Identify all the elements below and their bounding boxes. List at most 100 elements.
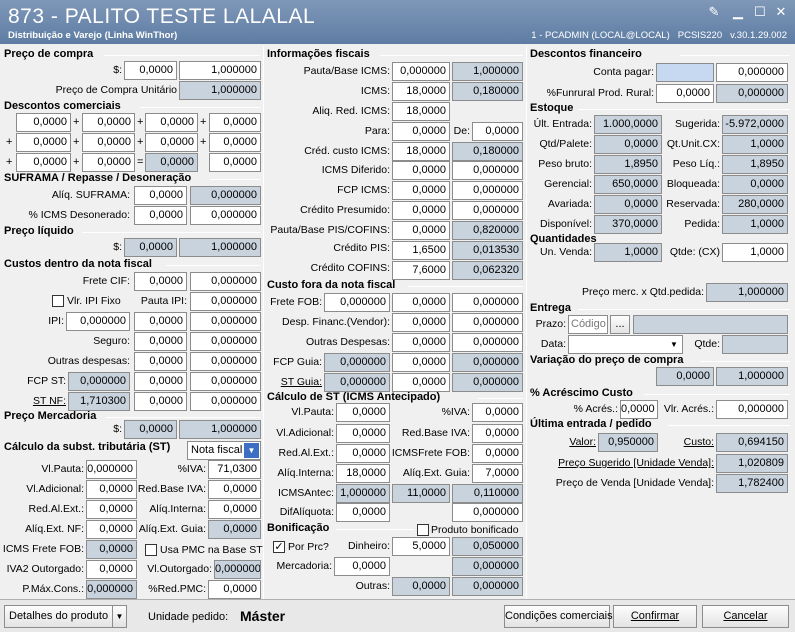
frete-fob-value[interactable]: 0,000000 [452, 293, 523, 312]
frete-cif-value[interactable]: 0,000000 [190, 272, 261, 291]
st-nf-link[interactable]: ST NF: [10, 392, 66, 410]
aliq-ext-nf-input[interactable]: 0,0000 [86, 520, 137, 539]
condicoes-comerciais-button[interactable]: Condições comerciais [504, 605, 613, 628]
dif-aliquota-input[interactable]: 0,0000 [336, 503, 390, 522]
frete-cif-input[interactable]: 0,0000 [134, 272, 187, 291]
cancelar-button[interactable]: Cancelar [702, 605, 789, 628]
pauta-pis-cofins-input[interactable]: 0,0000 [392, 221, 450, 240]
ipi-percent[interactable]: 0,0000 [134, 312, 187, 331]
desconto-5[interactable]: 0,0000 [16, 133, 71, 152]
st-guia-percent[interactable]: 0,0000 [392, 373, 450, 392]
aliq-interna-input[interactable]: 0,0000 [208, 500, 261, 519]
desconto-7[interactable]: 0,0000 [145, 133, 198, 152]
credito-presumido-value[interactable]: 0,000000 [452, 201, 523, 220]
icms-desonerado-value[interactable]: 0,000000 [190, 206, 261, 225]
outras-despesas-fora-input[interactable]: 0,0000 [392, 333, 450, 352]
ipi-value[interactable]: 0,000000 [190, 312, 261, 331]
valor-link[interactable]: Valor: [540, 433, 596, 451]
desconto-6[interactable]: 0,0000 [82, 133, 135, 152]
prazo-lookup-button[interactable]: ... [610, 315, 630, 334]
desconto-8[interactable]: 0,0000 [209, 133, 261, 152]
usa-pmc-checkbox[interactable] [145, 544, 157, 556]
st-guia-link[interactable]: ST Guia: [268, 373, 322, 391]
bonificacao-mercadoria-input[interactable]: 0,0000 [334, 557, 390, 576]
vlr-ipi-fixo-checkbox[interactable] [52, 295, 64, 307]
edit-icon[interactable]: ✎ [706, 5, 722, 19]
iva-input[interactable]: 71,0300 [208, 460, 261, 479]
antec-red-base-iva-input[interactable]: 0,0000 [472, 424, 523, 443]
chevron-down-icon[interactable]: ▼ [244, 443, 259, 458]
produto-bonificado-checkbox[interactable] [417, 524, 429, 536]
conta-pagar-value[interactable]: 0,000000 [716, 63, 788, 82]
seguro-value[interactable]: 0,000000 [190, 332, 261, 351]
qtde-cx-input[interactable]: 1,0000 [722, 243, 788, 262]
icms-diferido-input[interactable]: 0,0000 [392, 161, 450, 180]
antec-vl-adicional-input[interactable]: 0,0000 [336, 424, 390, 443]
desp-financ-input[interactable]: 0,0000 [392, 313, 450, 332]
chevron-down-icon[interactable]: ▼ [112, 606, 126, 627]
vl-adicional-input[interactable]: 0,0000 [86, 480, 137, 499]
fcp-st-percent[interactable]: 0,0000 [134, 372, 187, 391]
preco-sugerido-link[interactable]: Preço Sugerido [Unidade Venda]: [530, 454, 714, 472]
fcp-icms-value[interactable]: 0,000000 [452, 181, 523, 200]
icms-desonerado-input[interactable]: 0,0000 [134, 206, 187, 225]
conta-pagar-input[interactable] [656, 63, 714, 82]
close-icon[interactable]: ✕ [773, 5, 789, 19]
desp-financ-value[interactable]: 0,000000 [452, 313, 523, 332]
vl-pauta-input[interactable]: 0,000000 [86, 460, 137, 479]
st-nf-value[interactable]: 0,000000 [190, 392, 261, 411]
funrural-input[interactable]: 0,0000 [656, 84, 714, 103]
detalhes-produto-button[interactable]: Detalhes do produto [4, 605, 127, 628]
st-nf-percent[interactable]: 0,0000 [134, 392, 187, 411]
outras-despesas-value[interactable]: 0,000000 [190, 352, 261, 371]
antec-red-al-ext-input[interactable]: 0,0000 [336, 444, 390, 463]
data-entrega-input[interactable] [568, 335, 683, 354]
red-pmc-input[interactable]: 0,0000 [208, 580, 261, 599]
outras-despesas-fora-value[interactable]: 0,000000 [452, 333, 523, 352]
cred-custo-icms-input[interactable]: 18,0000 [392, 142, 450, 161]
minimize-icon[interactable]: ▁ [730, 5, 746, 19]
outras-despesas-input[interactable]: 0,0000 [134, 352, 187, 371]
credito-cofins-input[interactable]: 7,6000 [392, 261, 450, 280]
red-al-ext-input[interactable]: 0,0000 [86, 500, 137, 519]
fcp-st-value[interactable]: 0,000000 [190, 372, 261, 391]
acrescimo-percent-input[interactable]: 0,0000 [620, 400, 658, 419]
bonificacao-dinheiro-input[interactable]: 5,0000 [392, 537, 450, 556]
pauta-base-icms-input[interactable]: 0,000000 [392, 62, 450, 81]
para-input[interactable]: 0,0000 [392, 122, 450, 141]
icms-diferido-value[interactable]: 0,000000 [452, 161, 523, 180]
icms-input[interactable]: 18,0000 [392, 82, 450, 101]
desconto-valor[interactable]: 0,0000 [209, 153, 261, 172]
frete-fob-input[interactable]: 0,000000 [324, 293, 390, 312]
iva2-outorgado-input[interactable]: 0,0000 [86, 560, 137, 579]
aliq-suframa-input[interactable]: 0,0000 [134, 186, 187, 205]
antec-aliq-interna-input[interactable]: 18,0000 [336, 464, 390, 483]
antec-iva-input[interactable]: 0,0000 [472, 403, 523, 422]
desconto-3[interactable]: 0,0000 [145, 113, 198, 132]
red-base-iva-input[interactable]: 0,0000 [208, 480, 261, 499]
fcp-icms-input[interactable]: 0,0000 [392, 181, 450, 200]
desconto-9[interactable]: 0,0000 [16, 153, 71, 172]
acrescimo-valor-input[interactable]: 0,000000 [716, 400, 788, 419]
seguro-input[interactable]: 0,0000 [134, 332, 187, 351]
por-prc-checkbox[interactable]: ✓ [273, 541, 285, 553]
frete-fob-percent[interactable]: 0,0000 [392, 293, 450, 312]
prazo-codigo-input[interactable]: Código [568, 315, 608, 334]
antec-vl-pauta-input[interactable]: 0,0000 [336, 403, 390, 422]
desconto-10[interactable]: 0,0000 [82, 153, 135, 172]
antec-icms-frete-fob-input[interactable]: 0,0000 [472, 444, 523, 463]
ipi-input[interactable]: 0,000000 [66, 312, 130, 331]
preco-compra-value[interactable]: 1,000000 [179, 61, 261, 80]
pauta-ipi-input[interactable]: 0,000000 [190, 292, 261, 311]
maximize-icon[interactable]: ☐ [752, 5, 768, 19]
credito-pis-input[interactable]: 1,6500 [392, 241, 450, 260]
desconto-4[interactable]: 0,0000 [209, 113, 261, 132]
desconto-2[interactable]: 0,0000 [82, 113, 135, 132]
custo-link[interactable]: Custo: [658, 433, 714, 451]
antec-aliq-ext-guia-input[interactable]: 7,0000 [472, 464, 523, 483]
de-input[interactable]: 0,0000 [472, 122, 523, 141]
aliq-red-icms-input[interactable]: 18,0000 [392, 102, 450, 121]
chevron-down-icon[interactable]: ▼ [667, 337, 681, 352]
dif-aliquota-value[interactable]: 0,000000 [452, 503, 523, 522]
fcp-guia-percent[interactable]: 0,0000 [392, 353, 450, 372]
